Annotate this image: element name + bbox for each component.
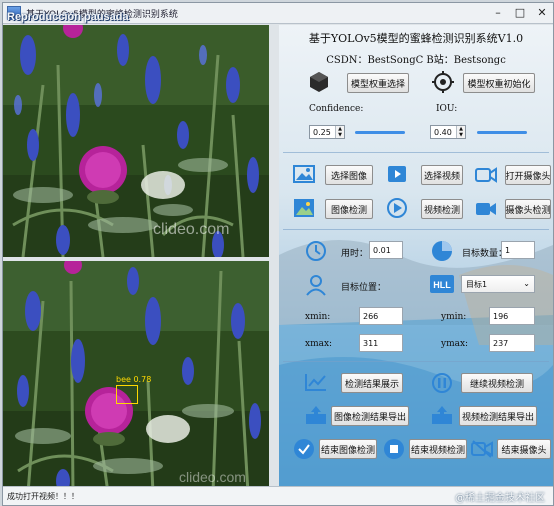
target-select-value: 目标1 bbox=[466, 279, 488, 289]
detect-video-button[interactable]: 视频检测 bbox=[421, 199, 463, 219]
cube-icon bbox=[310, 72, 328, 92]
pie-count-icon bbox=[432, 241, 452, 261]
end-camera-button[interactable]: 结束摄像头 bbox=[497, 439, 551, 459]
line-chart-icon bbox=[305, 374, 326, 391]
author-info: CSDN：BestSongC B站：Bestsongc bbox=[326, 55, 506, 66]
video-watermark: clideo.com bbox=[179, 469, 246, 485]
minimize-icon[interactable]: – bbox=[491, 6, 505, 20]
app-window: 基于YOLOv5模型的蜜蜂检测识别系统 – □ ✕ clideo.com bee… bbox=[2, 2, 554, 506]
iou-slider[interactable] bbox=[477, 131, 527, 134]
continue-video-button[interactable]: 继续视频检测 bbox=[461, 373, 533, 393]
close-icon[interactable]: ✕ bbox=[535, 6, 549, 20]
confidence-spinbox[interactable]: 0.25 ▲ ▼ bbox=[309, 125, 345, 139]
ymin-field: 196 bbox=[489, 307, 535, 325]
camera-detect-icon bbox=[476, 203, 496, 215]
select-video-button[interactable]: 选择视频 bbox=[421, 165, 463, 185]
iou-value: 0.40 bbox=[434, 127, 452, 137]
svg-text:HLL: HLL bbox=[433, 280, 451, 290]
window-controls: – □ ✕ bbox=[491, 6, 549, 20]
status-message: 成功打开视频！！！ bbox=[7, 492, 79, 501]
control-panel: 基于YOLOv5模型的蜜蜂检测识别系统V1.0 CSDN：BestSongC B… bbox=[279, 25, 553, 503]
export-icon bbox=[432, 406, 452, 424]
xmax-label: xmax: bbox=[305, 339, 333, 349]
video-watermark: clideo.com bbox=[153, 221, 230, 238]
panel-title: 基于YOLOv5模型的蜜蜂检测识别系统V1.0 bbox=[308, 32, 524, 45]
xmin-label: xmin: bbox=[305, 312, 331, 322]
section-divider bbox=[283, 229, 549, 230]
spin-arrows-icon[interactable]: ▲ ▼ bbox=[456, 126, 465, 138]
pause-continue-icon bbox=[432, 373, 452, 393]
detection-box bbox=[116, 385, 138, 404]
maximize-icon[interactable]: □ bbox=[513, 6, 527, 20]
person-location-icon bbox=[306, 275, 326, 296]
check-circle-icon bbox=[294, 439, 314, 459]
target-select-dropdown[interactable]: 目标1 ⌄ bbox=[461, 275, 535, 293]
end-video-detect-button[interactable]: 结束视频检测 bbox=[409, 439, 467, 459]
spin-arrows-icon[interactable]: ▲ ▼ bbox=[335, 126, 344, 138]
stop-circle-icon bbox=[384, 439, 404, 459]
video-view-detection: bee 0.78 clideo.com bbox=[3, 261, 269, 493]
end-image-detect-button[interactable]: 结束图像检测 bbox=[319, 439, 377, 459]
ymax-label: ymax: bbox=[441, 339, 469, 349]
time-field: 0.01 bbox=[369, 241, 403, 259]
image-icon bbox=[293, 165, 315, 183]
section-divider bbox=[283, 361, 549, 362]
select-image-button[interactable]: 选择图像 bbox=[325, 165, 373, 185]
export-video-results-button[interactable]: 视频检测结果导出 bbox=[459, 406, 537, 426]
time-label: 用时： bbox=[341, 249, 369, 259]
playback-overlay: Reproducción pausada bbox=[7, 11, 129, 23]
export-icon bbox=[306, 406, 326, 424]
hll-icon: HLL bbox=[430, 275, 454, 293]
clock-icon bbox=[306, 241, 326, 261]
chevron-down-icon: ⌄ bbox=[523, 279, 530, 288]
detect-camera-button[interactable]: 摄像头检测 bbox=[505, 199, 551, 219]
detection-label: bee 0.78 bbox=[116, 375, 152, 384]
xmin-field: 266 bbox=[359, 307, 403, 325]
show-results-button[interactable]: 检测结果展示 bbox=[341, 373, 403, 393]
video-view-original: clideo.com bbox=[3, 25, 269, 257]
ymin-label: ymin: bbox=[441, 312, 467, 322]
camera-icon bbox=[475, 167, 497, 183]
image-detect-icon bbox=[294, 199, 314, 217]
video-detect-icon bbox=[387, 198, 407, 218]
ymax-field: 237 bbox=[489, 334, 535, 352]
status-watermark: @稀土掘金技术社区 bbox=[455, 493, 545, 504]
model-select-button[interactable]: 模型权重选择 bbox=[347, 73, 409, 93]
target-settings-icon bbox=[432, 71, 454, 93]
camera-off-icon bbox=[471, 440, 493, 458]
target-count-field: 1 bbox=[501, 241, 535, 259]
confidence-label: Confidence: bbox=[309, 104, 364, 114]
target-position-label: 目标位置： bbox=[341, 283, 387, 293]
model-init-button[interactable]: 模型权重初始化 bbox=[463, 73, 535, 93]
confidence-value: 0.25 bbox=[313, 127, 331, 137]
export-image-results-button[interactable]: 图像检测结果导出 bbox=[331, 406, 409, 426]
xmax-field: 311 bbox=[359, 334, 403, 352]
detect-image-button[interactable]: 图像检测 bbox=[325, 199, 373, 219]
open-camera-button[interactable]: 打开摄像头 bbox=[505, 165, 551, 185]
video-file-icon bbox=[388, 166, 406, 182]
iou-spinbox[interactable]: 0.40 ▲ ▼ bbox=[430, 125, 466, 139]
confidence-slider[interactable] bbox=[355, 131, 405, 134]
section-divider bbox=[283, 152, 549, 153]
status-bar: 成功打开视频！！！ @稀土掘金技术社区 bbox=[3, 486, 553, 505]
iou-label: IOU: bbox=[436, 104, 458, 114]
